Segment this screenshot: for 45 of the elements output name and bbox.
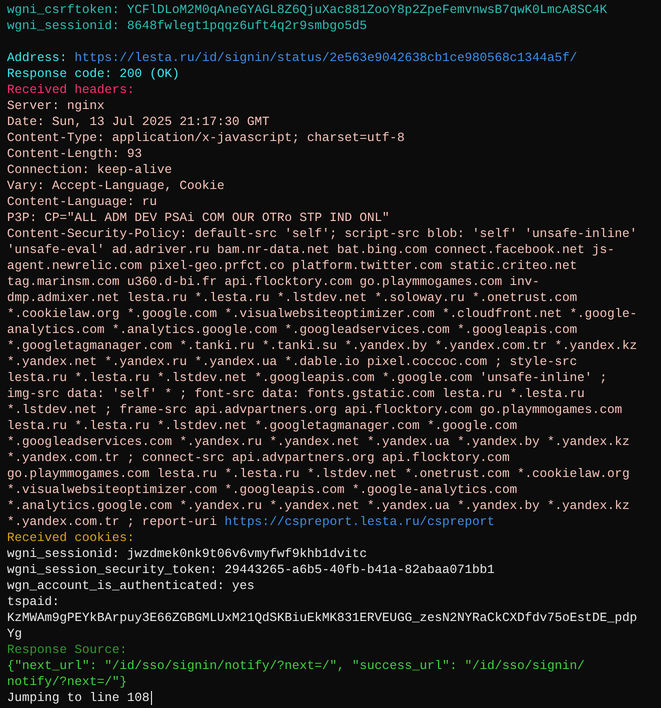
- cookie-line: tspaid:: [7, 594, 60, 610]
- cookie-line: wgni_session_security_token: 29443265-a6b5-40fb-b41a-82abaa071bb1: [7, 562, 495, 578]
- response-info: Address:: [7, 50, 68, 66]
- header-line: Content-Type: application/x-javascript; charset=utf-8: [7, 130, 405, 146]
- header-line: Date: Sun, 13 Jul 2025 21:17:30 GMT: [7, 114, 270, 130]
- header-line: *.lstdev.net ; frame-src api.advpartners.org api.flocktory.com go.playmmogames.com: [7, 402, 622, 418]
- header-line: tag.marinsm.com u360.d-bi.fr api.flocktory.com go.playmmogames.com inv-: [7, 274, 540, 290]
- cookie-line: KzMWAm9gPEYkBArpuy3E66ZGBGMLUxM21QdSKBiuEkMK831ERVEUGG_zesN2NYRaCkCXDfdv75oEstDE_pdp: [7, 610, 638, 626]
- header-line: img-src data: 'self' * ; font-src data: fonts.gstatic.com lesta.ru *.lesta.ru: [7, 386, 585, 402]
- header-line: Content-Language: ru: [7, 194, 158, 210]
- header-line: Server: nginx: [7, 98, 105, 114]
- header-line: lesta.ru *.lesta.ru *.lstdev.net *.googletagmanager.com *.google.com: [7, 418, 518, 434]
- header-line: *.yandex.com.tr ; report-uri: [7, 514, 218, 530]
- header-line: Content-Security-Policy: default-src 'self'; script-src blob: 'self' 'unsafe-inline': [7, 226, 638, 242]
- cookie-line: wgni_csrftoken: YCFlDLoM2M0qAneGYAGL8Z6QjuXac881ZooY8p2ZpeFemvnwsB7qwK0LmcA8SC4K: [7, 2, 608, 18]
- header-line: lesta.ru *.lesta.ru *.lstdev.net *.googleapis.com *.google.com 'unsafe-inline' ;: [7, 370, 608, 386]
- response-info: Response code: 200 (OK): [7, 66, 180, 82]
- section-heading: Received headers:: [7, 82, 135, 98]
- cookie-line: wgni_sessionid: 8648fwlegt1pqqz6uft4q2r9smbgo5d5: [7, 18, 368, 34]
- header-line: *.googleadservices.com *.yandex.ru *.yandex.net *.yandex.ua *.yandex.by *.yandex.kz: [7, 434, 630, 450]
- header-line: P3P: CP="ALL ADM DEV PSAi COM OUR OTRo STP IND ONL": [7, 210, 390, 226]
- header-line: *.yandex.com.tr ; connect-src api.advpartners.org api.flocktory.com: [7, 450, 510, 466]
- response-source-line: notify/?next=/"}: [7, 674, 128, 690]
- header-line: analytics.com *.analytics.google.com *.googleadservices.com *.googleapis.com: [7, 322, 578, 338]
- cookie-line: wgn_account_is_authenticated: yes: [7, 578, 255, 594]
- status-message: Jumping to line 108: [7, 690, 150, 706]
- response-source-line: {"next_url": "/id/sso/signin/notify/?next=/", "success_url": "/id/sso/signin/: [7, 658, 585, 674]
- header-line: *.analytics.google.com *.yandex.ru *.yandex.net *.yandex.ua *.yandex.by *.yandex.kz: [7, 498, 630, 514]
- cookie-line: wgni_sessionid: jwzdmek0nk9t06v6vmyfwf9khb1dvitc: [7, 546, 368, 562]
- url-link[interactable]: https://cspreport.lesta.ru/cspreport: [224, 514, 495, 530]
- header-line: 'unsafe-eval' ad.adriver.ru bam.nr-data.net bat.bing.com connect.facebook.net js-: [7, 242, 615, 258]
- header-line: Content-Length: 93: [7, 146, 142, 162]
- header-line: *.visualwebsiteoptimizer.com *.googleapis.com *.google-analytics.com: [7, 482, 518, 498]
- header-line: Connection: keep-alive: [7, 162, 172, 178]
- header-line: *.cookielaw.org *.google.com *.visualwebsiteoptimizer.com *.cloudfront.net *.google-: [7, 306, 638, 322]
- section-heading: Response Source:: [7, 642, 128, 658]
- header-line: go.playmmogames.com lesta.ru *.lesta.ru *.lstdev.net *.onetrust.com *.cookielaw.org: [7, 466, 630, 482]
- header-line: *.yandex.net *.yandex.ru *.yandex.ua *.dable.io pixel.coccoc.com ; style-src: [7, 354, 578, 370]
- section-heading: Received cookies:: [7, 530, 135, 546]
- cookie-line: Yg: [7, 626, 22, 642]
- header-line: dmp.admixer.net lesta.ru *.lesta.ru *.lstdev.net *.soloway.ru *.onetrust.com: [7, 290, 578, 306]
- header-line: agent.newrelic.com pixel-geo.prfct.co platform.twitter.com static.criteo.net: [7, 258, 578, 274]
- url-link[interactable]: https://lesta.ru/id/signin/status/2e563e9042638cb1ce980568c1344a5f/: [74, 50, 578, 66]
- header-line: *.googletagmanager.com *.tanki.ru *.tanki.su *.yandex.by *.yandex.com.tr *.yandex.kz: [7, 338, 638, 354]
- header-line: Vary: Accept-Language, Cookie: [7, 178, 225, 194]
